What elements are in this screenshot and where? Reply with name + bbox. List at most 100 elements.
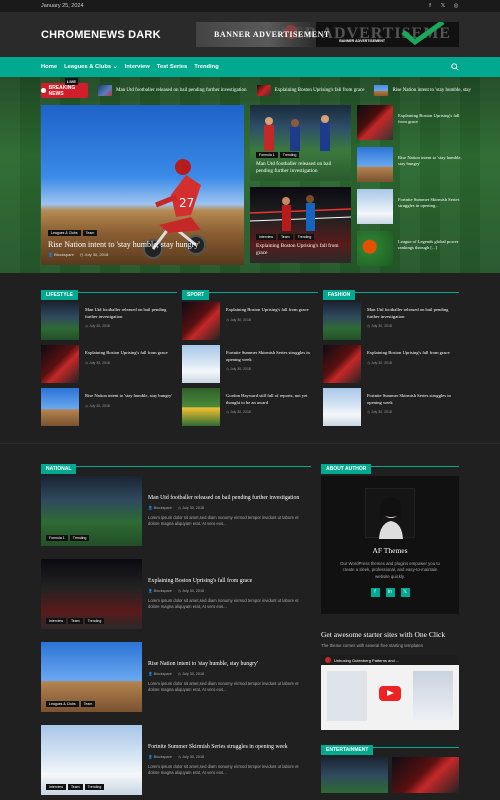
nav-item-home[interactable]: Home <box>41 64 57 70</box>
article-excerpt: Lorem ipsum dolor sit amet,sed diam nonu… <box>148 764 299 776</box>
entertainment-thumb[interactable] <box>321 757 388 793</box>
article-title[interactable]: Explaining Boston Uprising's fall from g… <box>148 577 311 585</box>
category-tag[interactable]: Interview <box>46 618 67 624</box>
side-list-item[interactable]: Fortnite Summer Skirmish Series struggle… <box>357 189 467 231</box>
category-tag[interactable]: Team <box>68 618 83 624</box>
ticker-item[interactable]: Explaining Boston Uprising's fall from g… <box>256 85 364 96</box>
article-title[interactable]: Fortnite Summer Skirmish Series struggle… <box>148 743 311 751</box>
entertainment-thumbs <box>321 757 459 793</box>
list-thumb <box>41 388 79 426</box>
ticker-item[interactable]: Rise Nation intent to 'stay humble, stay <box>374 85 471 96</box>
list-item[interactable]: Fortnite Summer Skirmish Series struggle… <box>182 345 318 388</box>
post-date: ◷ July 30, 2018 <box>177 506 205 511</box>
breaking-news-label: LIVE BREAKING NEWS <box>41 78 89 98</box>
list-item[interactable]: Rise Nation intent to 'stay humble, stay… <box>41 388 177 431</box>
feature-caption: Leagues & Clubs Team Rise Nation intent … <box>48 230 237 257</box>
linkedin-icon[interactable]: in <box>385 588 395 598</box>
ticker-item[interactable]: Man Utd footballer released on bail pend… <box>98 85 247 96</box>
mid-card-article[interactable]: Interview Team Trending Explaining Bosto… <box>250 187 351 263</box>
category-tag[interactable]: Formula 1 <box>46 535 68 541</box>
twitter-icon[interactable]: 𝕏 <box>400 588 410 598</box>
section-title[interactable]: ABOUT AUTHOR <box>321 464 372 474</box>
category-tag[interactable]: Formula 1 <box>256 151 278 158</box>
author-name[interactable]: AF Themes <box>321 546 459 555</box>
article-title[interactable]: Rise Nation intent to 'stay humble, stay… <box>148 660 311 668</box>
list-item[interactable]: Explaining Boston Uprising's fall from g… <box>41 345 177 388</box>
nav-item-trending[interactable]: Trending <box>194 64 218 70</box>
ticker-thumb <box>256 85 271 96</box>
facebook-icon[interactable]: f <box>370 588 380 598</box>
play-button-icon[interactable] <box>379 686 401 701</box>
site-logo[interactable]: CHROMENEWS DARK <box>41 29 161 41</box>
about-author-box: AF Themes Our WordPress themes and plugi… <box>321 476 459 614</box>
list-item[interactable]: Man Utd footballer released on bail pend… <box>323 302 459 345</box>
list-thumb <box>41 302 79 340</box>
ticker-thumb <box>374 85 389 96</box>
category-tag[interactable]: Interview <box>256 233 277 240</box>
category-tag[interactable]: Trending <box>279 151 300 158</box>
category-tag[interactable]: Trending <box>84 784 105 790</box>
nav-item-interview[interactable]: Interview <box>125 64 150 70</box>
feature-title[interactable]: Rise Nation intent to 'stay humble, stay… <box>48 240 237 249</box>
author-name[interactable]: 👤 Blockspare <box>148 506 172 510</box>
list-item[interactable]: Explaining Boston Uprising's fall from g… <box>182 302 318 345</box>
author-name[interactable]: 👤 Blockspare <box>48 252 74 257</box>
section-title[interactable]: LIFESTYLE <box>41 290 78 300</box>
section-title[interactable]: NATIONAL <box>41 464 77 474</box>
section-lifestyle: LIFESTYLE Man Utd footballer released on… <box>41 283 177 431</box>
mid-card-title[interactable]: Explaining Boston Uprising's fall from g… <box>256 243 347 257</box>
national-article[interactable]: Interview Team Trending Fortnite Summer Sk… <box>41 725 311 800</box>
search-icon[interactable] <box>451 63 459 71</box>
side-list-item[interactable]: Explaining Boston Uprising's fall from g… <box>357 105 467 147</box>
national-article[interactable]: Interview Team Trending Explaining Boston … <box>41 559 311 635</box>
video-embed[interactable]: Unboxing Gutenberg Patterns and ... <box>321 655 459 730</box>
author-name[interactable]: 👤 Blockspare <box>148 589 172 593</box>
side-list-item[interactable]: Rise Nation intent to 'stay humble, stay… <box>357 147 467 189</box>
category-tag[interactable]: Leagues & Clubs <box>48 230 81 236</box>
author-name[interactable]: 👤 Blockspare <box>148 755 172 759</box>
national-article[interactable]: Formula 1 Trending Man Utd footballer rel… <box>41 476 311 552</box>
entertainment-thumb[interactable] <box>392 757 459 793</box>
category-tag[interactable]: Leagues & Clubs <box>46 701 79 707</box>
mid-card-article[interactable]: Formula 1 Trending Man Utd footballer re… <box>250 105 351 181</box>
nav-item-test-series[interactable]: Test Series <box>157 64 188 70</box>
side-list-item[interactable]: League of Legends global power rankings … <box>357 231 467 273</box>
section-title[interactable]: FASHION <box>323 290 356 300</box>
instagram-icon[interactable]: ◎ <box>453 3 459 9</box>
svg-text:27: 27 <box>179 196 194 210</box>
promo-heading: Get awesome starter sites with One Click <box>321 630 446 639</box>
ticker-thumb <box>98 85 113 96</box>
section-fashion: FASHION Man Utd footballer released on b… <box>323 283 459 431</box>
twitter-icon[interactable]: 𝕏 <box>440 3 446 9</box>
article-title[interactable]: Man Utd footballer released on bail pend… <box>148 494 311 502</box>
mid-card-title[interactable]: Man Utd footballer released on bail pend… <box>256 161 347 175</box>
category-tag[interactable]: Trending <box>84 618 105 624</box>
article-excerpt: Lorem ipsum dolor sit amet,sed diam nonu… <box>148 598 299 610</box>
category-tag[interactable]: Team <box>278 233 293 240</box>
list-item[interactable]: Man Utd footballer released on bail pend… <box>41 302 177 345</box>
current-date: January 25, 2024 <box>41 3 84 9</box>
list-item[interactable]: Gordon Hayward still full of reports, no… <box>182 388 318 431</box>
facebook-icon[interactable]: f <box>427 3 433 9</box>
list-item[interactable]: Explaining Boston Uprising's fall from g… <box>323 345 459 388</box>
banner-advertisement[interactable]: BANNER ADVERTISEME BANNER ADVERTISEMENT … <box>196 22 459 47</box>
feature-article[interactable]: 27 Leagues & Clubs Team Rise Nation inte… <box>41 105 244 265</box>
category-tag[interactable]: Trending <box>69 535 90 541</box>
live-badge: LIVE <box>65 78 78 85</box>
category-tag[interactable]: Trending <box>294 233 315 240</box>
category-tag[interactable]: Interview <box>46 784 67 790</box>
article-excerpt: Lorem ipsum dolor sit amet,sed diam nonu… <box>148 515 299 527</box>
author-name[interactable]: 👤 Blockspare <box>148 672 172 676</box>
section-title[interactable]: ENTERTAINMENT <box>321 745 374 755</box>
post-date: ◷ July 30, 2018 <box>177 589 205 594</box>
list-thumb <box>41 345 79 383</box>
category-tag[interactable]: Team <box>80 701 96 707</box>
category-tag[interactable]: Team <box>68 784 83 790</box>
section-title[interactable]: SPORT <box>182 290 210 300</box>
author-description: Our WordPress themes and plugins empower… <box>340 561 440 579</box>
national-article[interactable]: Leagues & Clubs Team Rise Nation intent t… <box>41 642 311 718</box>
category-tag[interactable]: Team <box>82 230 98 236</box>
list-item[interactable]: Fortnite Summer Skirmish Series struggle… <box>323 388 459 431</box>
nav-item-leagues-clubs[interactable]: Leagues & Clubs ⌄ <box>64 64 118 70</box>
article-image: Leagues & Clubs Team <box>41 642 142 712</box>
